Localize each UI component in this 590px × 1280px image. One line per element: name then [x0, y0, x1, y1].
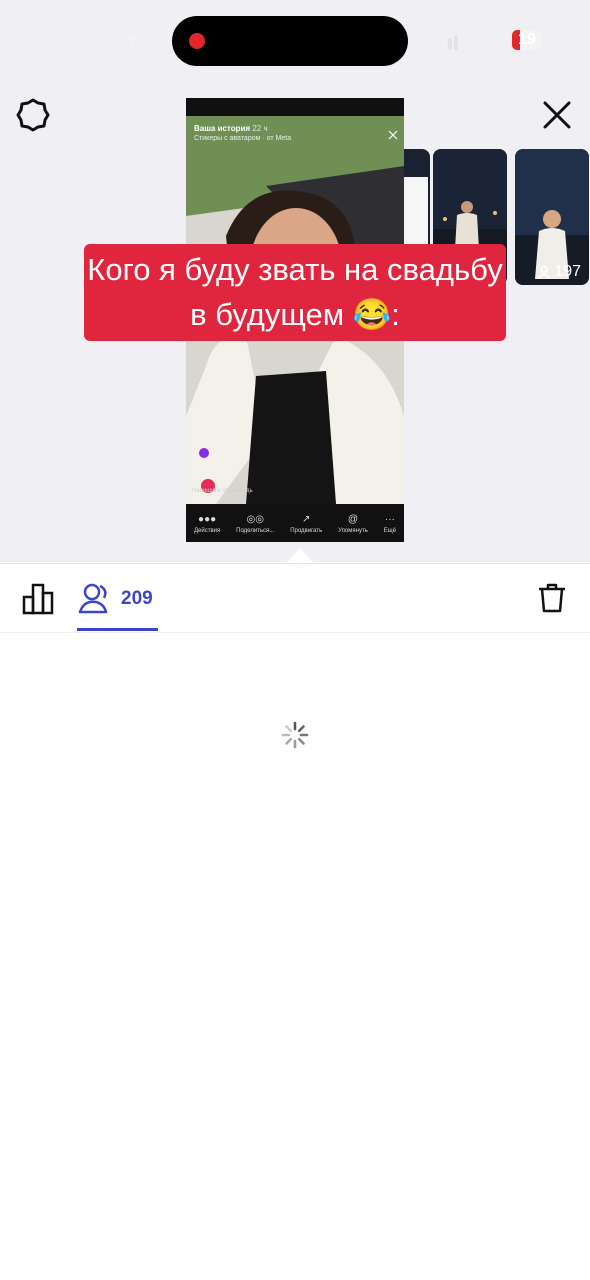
at-icon: @	[347, 513, 359, 525]
story-thumbnail[interactable]: 197	[515, 149, 589, 285]
story-title: Ваша история	[194, 124, 251, 133]
bar-chart-icon[interactable]	[22, 583, 56, 615]
story-action-more: ··· Ещё	[383, 513, 397, 534]
story-action-bar: ●●● Действия ◎◎ Поделиться... ↗ Продвигать …	[186, 506, 404, 542]
views-count: 197	[537, 263, 581, 281]
story-action-label: Ещё	[383, 527, 397, 534]
gear-icon[interactable]	[16, 98, 50, 132]
story-action-label: Поделиться...	[236, 527, 275, 534]
avatars-icon: ●●●	[198, 513, 217, 525]
battery-icon: 19	[512, 30, 542, 50]
story-action-share: ◎◎ Поделиться...	[236, 513, 275, 534]
close-icon[interactable]	[542, 100, 572, 130]
viewers-count[interactable]: 209	[121, 588, 153, 610]
signal-icon	[436, 35, 458, 50]
share-icon: ◎◎	[246, 513, 264, 525]
story-action-promote: ↗ Продвигать	[290, 513, 323, 534]
loading-spinner-icon	[281, 721, 309, 749]
person-icon	[538, 265, 551, 279]
dynamic-island	[172, 16, 408, 66]
story-action-mention: @ Упомянуть	[338, 513, 368, 534]
story-action-label: Действия	[193, 527, 221, 534]
recording-indicator	[189, 33, 205, 49]
wifi-icon	[477, 28, 503, 48]
story-action-label: Продвигать	[290, 527, 323, 534]
story-subtitle: Стикеры с аватаром · от Meta	[194, 135, 292, 142]
story-close-icon	[388, 130, 398, 140]
trending-icon: ↗	[302, 513, 311, 525]
selection-pointer	[286, 548, 314, 563]
story-time: 22 ч	[252, 124, 268, 133]
tab-bar: 209	[0, 563, 590, 633]
story-header: Ваша история 22 ч Стикеры с аватаром · о…	[194, 124, 291, 142]
trash-icon[interactable]	[537, 582, 567, 614]
more-icon: ···	[384, 513, 395, 525]
caption-overlay: Кого я буду звать на свадьбу в будущем 😂…	[84, 244, 506, 341]
viewers-icon[interactable]	[78, 582, 112, 614]
location-arrow-icon	[122, 32, 140, 49]
views-count-label: 197	[554, 263, 581, 280]
story-action-label: Упомянуть	[338, 527, 368, 534]
battery-level: 19	[518, 31, 536, 48]
active-tab-indicator	[77, 628, 158, 631]
story-action-activity: ●●● Действия	[193, 513, 221, 534]
story-reply-input: Напишите что-нибудь	[192, 488, 253, 494]
